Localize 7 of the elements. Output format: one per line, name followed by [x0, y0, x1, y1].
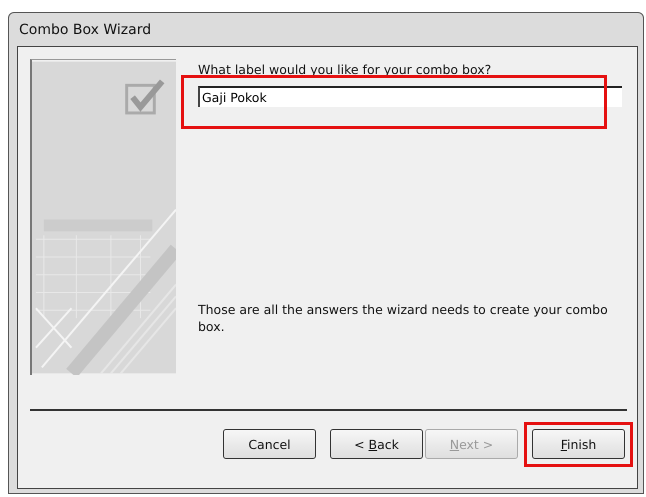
- question-text: What label would you like for your combo box?: [198, 62, 492, 77]
- window-title: Combo Box Wizard: [18, 20, 152, 40]
- wizard-button[interactable]: Cancel: [223, 429, 316, 459]
- message-text: Those are all the answers the wizard needs to create your combo box.: [198, 301, 609, 335]
- wizard-button[interactable]: < Back: [330, 429, 423, 459]
- label-input-field[interactable]: Gaji Pokok: [198, 86, 622, 107]
- wizard-button[interactable]: Finish: [532, 429, 625, 459]
